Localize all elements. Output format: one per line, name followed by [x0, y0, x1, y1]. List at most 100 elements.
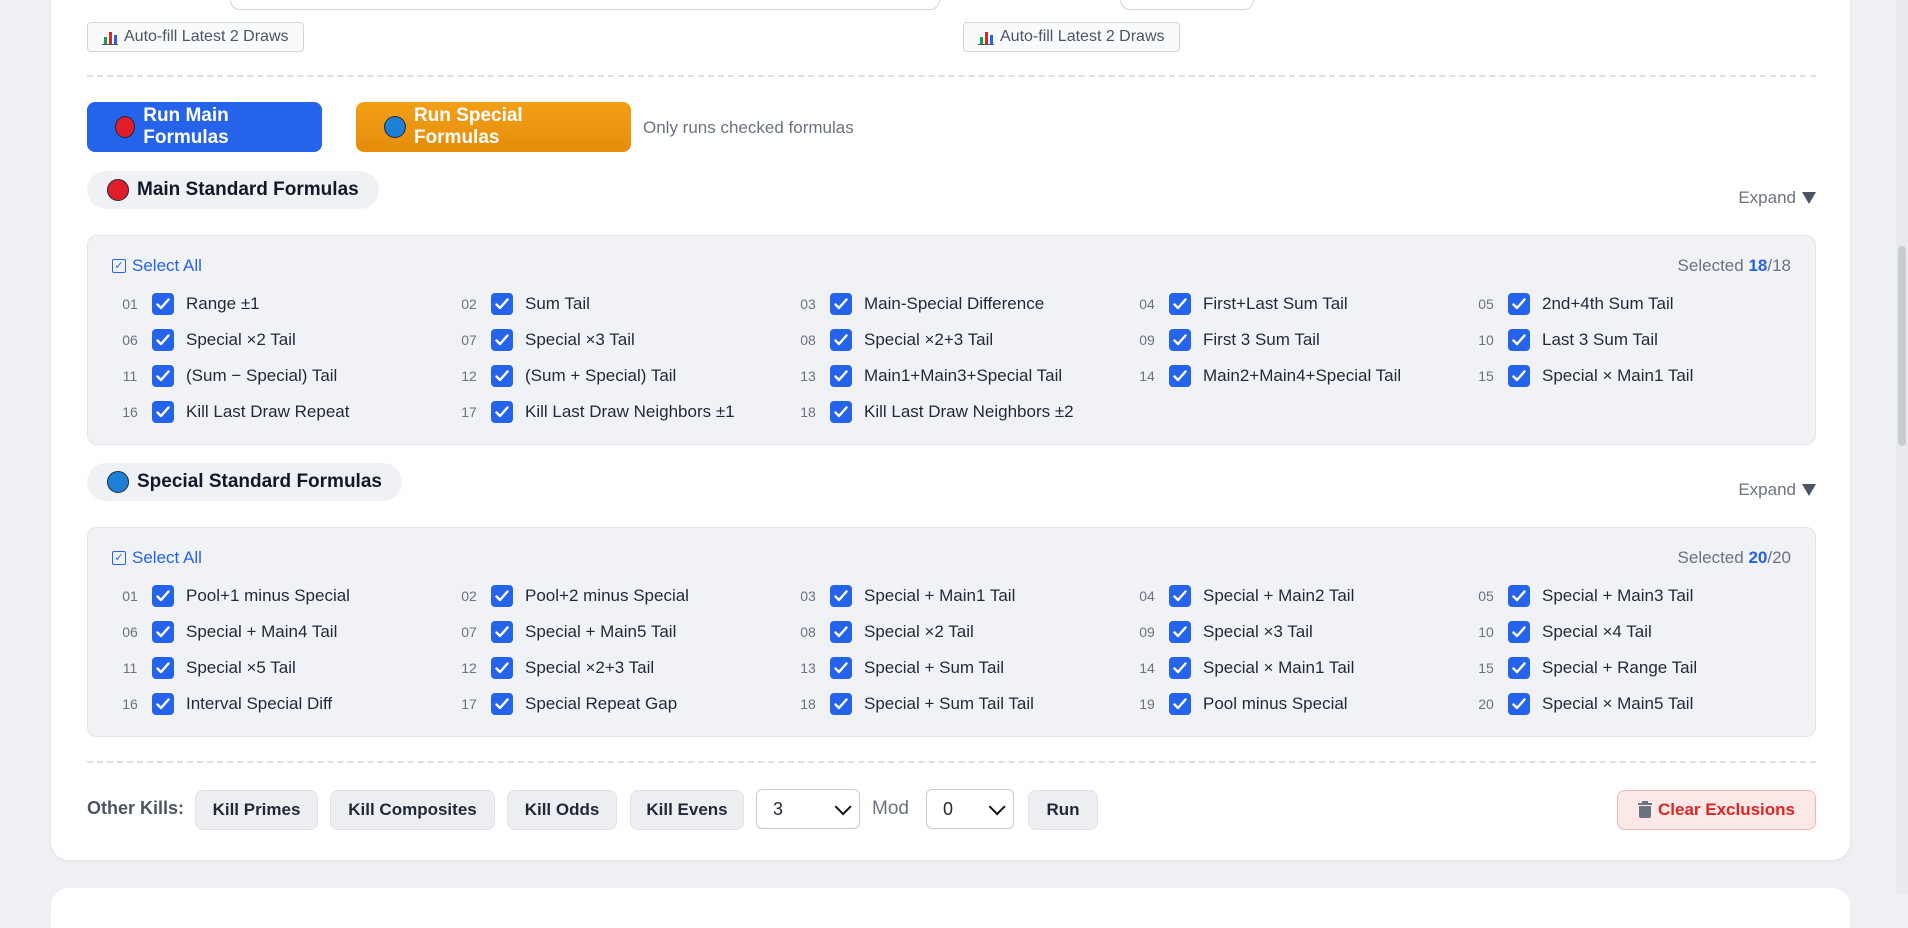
formula-item[interactable]: 03 Special + Main1 Tail [786, 582, 1015, 610]
formula-checkbox[interactable] [491, 401, 513, 423]
formula-item[interactable]: 15 Special × Main1 Tail [1464, 362, 1693, 390]
formula-item[interactable]: 12 Special ×2+3 Tail [447, 654, 654, 682]
formula-checkbox[interactable] [1169, 657, 1191, 679]
run-mod-button[interactable]: Run [1028, 790, 1098, 830]
formula-checkbox[interactable] [491, 693, 513, 715]
formula-checkbox[interactable] [152, 401, 174, 423]
formula-item[interactable]: 03 Main-Special Difference [786, 290, 1044, 318]
formula-checkbox[interactable] [830, 585, 852, 607]
formula-checkbox[interactable] [1508, 293, 1530, 315]
special-expand-toggle[interactable]: Expand [1738, 480, 1816, 500]
formula-checkbox[interactable] [1169, 621, 1191, 643]
kill-evens-button[interactable]: Kill Evens [630, 790, 744, 830]
formula-checkbox[interactable] [152, 657, 174, 679]
formula-item[interactable]: 05 2nd+4th Sum Tail [1464, 290, 1674, 318]
formula-checkbox[interactable] [1169, 693, 1191, 715]
kill-composites-button[interactable]: Kill Composites [330, 790, 495, 830]
formula-item[interactable]: 12 (Sum + Special) Tail [447, 362, 676, 390]
scrollbar-thumb[interactable] [1898, 246, 1906, 446]
formula-checkbox[interactable] [491, 365, 513, 387]
formula-item[interactable]: 01 Range ±1 [108, 290, 260, 318]
formula-item[interactable]: 17 Special Repeat Gap [447, 690, 677, 718]
draw-input-right[interactable] [1120, 0, 1254, 10]
formula-checkbox[interactable] [491, 657, 513, 679]
formula-item[interactable]: 10 Last 3 Sum Tail [1464, 326, 1658, 354]
formula-number: 11 [122, 368, 138, 384]
formula-item[interactable]: 06 Special ×2 Tail [108, 326, 296, 354]
formula-checkbox[interactable] [1169, 293, 1191, 315]
formula-checkbox[interactable] [830, 365, 852, 387]
formula-checkbox[interactable] [1169, 585, 1191, 607]
remainder-select[interactable]: 0 [926, 789, 1014, 829]
formula-item[interactable]: 11 (Sum − Special) Tail [108, 362, 337, 390]
formula-checkbox[interactable] [830, 657, 852, 679]
autofill-button-right[interactable]: Auto-fill Latest 2 Draws [963, 22, 1180, 52]
formula-item[interactable]: 02 Sum Tail [447, 290, 590, 318]
formula-checkbox[interactable] [152, 585, 174, 607]
formula-item[interactable]: 13 Special + Sum Tail [786, 654, 1004, 682]
formula-checkbox[interactable] [491, 585, 513, 607]
formula-item[interactable]: 04 First+Last Sum Tail [1125, 290, 1348, 318]
page-scrollbar[interactable] [1896, 0, 1908, 894]
formula-item[interactable]: 07 Special + Main5 Tail [447, 618, 676, 646]
formula-checkbox[interactable] [152, 693, 174, 715]
formula-checkbox[interactable] [830, 401, 852, 423]
formula-item[interactable]: 09 First 3 Sum Tail [1125, 326, 1320, 354]
special-select-all[interactable]: ✓ Select All [112, 548, 202, 568]
formula-item[interactable]: 14 Special × Main1 Tail [1125, 654, 1354, 682]
formula-item[interactable]: 20 Special × Main5 Tail [1464, 690, 1693, 718]
formula-checkbox[interactable] [152, 621, 174, 643]
run-special-formulas-button[interactable]: Run Special Formulas [356, 102, 631, 152]
clear-exclusions-button[interactable]: Clear Exclusions [1617, 790, 1816, 830]
formula-checkbox[interactable] [1508, 365, 1530, 387]
formula-item[interactable]: 16 Kill Last Draw Repeat [108, 398, 349, 426]
formula-checkbox[interactable] [491, 329, 513, 351]
run-main-formulas-button[interactable]: Run Main Formulas [87, 102, 322, 152]
formula-checkbox[interactable] [1169, 329, 1191, 351]
formula-checkbox[interactable] [152, 329, 174, 351]
formula-checkbox[interactable] [830, 621, 852, 643]
formula-checkbox[interactable] [491, 621, 513, 643]
formula-item[interactable]: 08 Special ×2+3 Tail [786, 326, 993, 354]
main-section-title[interactable]: Main Standard Formulas [87, 171, 379, 209]
formula-item[interactable]: 18 Special + Sum Tail Tail [786, 690, 1034, 718]
special-section-title[interactable]: Special Standard Formulas [87, 463, 402, 501]
formula-checkbox[interactable] [1169, 365, 1191, 387]
formula-checkbox[interactable] [830, 293, 852, 315]
modulus-select[interactable]: 3 [756, 789, 860, 829]
formula-checkbox[interactable] [1508, 621, 1530, 643]
formula-item[interactable]: 08 Special ×2 Tail [786, 618, 974, 646]
formula-number: 05 [1478, 296, 1494, 312]
formula-item[interactable]: 09 Special ×3 Tail [1125, 618, 1313, 646]
formula-item[interactable]: 02 Pool+2 minus Special [447, 582, 689, 610]
formula-item[interactable]: 19 Pool minus Special [1125, 690, 1348, 718]
formula-checkbox[interactable] [830, 329, 852, 351]
formula-checkbox[interactable] [1508, 693, 1530, 715]
formula-checkbox[interactable] [491, 293, 513, 315]
formula-checkbox[interactable] [152, 293, 174, 315]
formula-item[interactable]: 01 Pool+1 minus Special [108, 582, 350, 610]
formula-item[interactable]: 05 Special + Main3 Tail [1464, 582, 1693, 610]
main-expand-toggle[interactable]: Expand [1738, 188, 1816, 208]
formula-item[interactable]: 15 Special + Range Tail [1464, 654, 1697, 682]
formula-item[interactable]: 07 Special ×3 Tail [447, 326, 635, 354]
draw-input-left[interactable] [230, 0, 940, 10]
formula-checkbox[interactable] [152, 365, 174, 387]
formula-item[interactable]: 14 Main2+Main4+Special Tail [1125, 362, 1401, 390]
formula-item[interactable]: 11 Special ×5 Tail [108, 654, 296, 682]
autofill-button-left[interactable]: Auto-fill Latest 2 Draws [87, 22, 304, 52]
formula-item[interactable]: 13 Main1+Main3+Special Tail [786, 362, 1062, 390]
formula-checkbox[interactable] [830, 693, 852, 715]
formula-checkbox[interactable] [1508, 329, 1530, 351]
formula-checkbox[interactable] [1508, 585, 1530, 607]
formula-item[interactable]: 17 Kill Last Draw Neighbors ±1 [447, 398, 735, 426]
formula-item[interactable]: 18 Kill Last Draw Neighbors ±2 [786, 398, 1074, 426]
main-select-all[interactable]: ✓ Select All [112, 256, 202, 276]
formula-item[interactable]: 16 Interval Special Diff [108, 690, 332, 718]
formula-item[interactable]: 04 Special + Main2 Tail [1125, 582, 1354, 610]
formula-item[interactable]: 06 Special + Main4 Tail [108, 618, 337, 646]
formula-item[interactable]: 10 Special ×4 Tail [1464, 618, 1652, 646]
kill-primes-button[interactable]: Kill Primes [195, 790, 318, 830]
kill-odds-button[interactable]: Kill Odds [507, 790, 617, 830]
formula-checkbox[interactable] [1508, 657, 1530, 679]
